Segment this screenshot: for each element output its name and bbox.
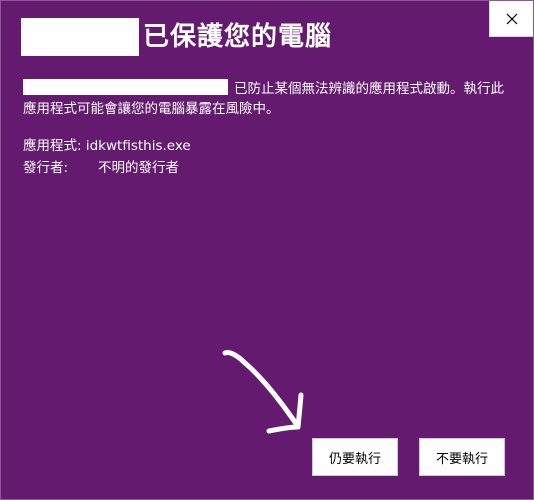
close-button[interactable] [489,1,533,37]
dialog-title: 已保護您的電腦 [143,22,333,52]
redaction-box [23,79,228,95]
app-label: 應用程式: [23,138,82,154]
app-row: 應用程式: idkwtfisthis.exe [23,135,191,157]
dont-run-button[interactable]: 不要執行 [419,438,505,476]
app-value: idkwtfisthis.exe [85,138,191,154]
warning-message-block: 已防止某個無法辨識的應用程式啟動。執行此應用程式可能會讓您的電腦暴露在風險中。 [23,79,513,119]
publisher-label: 發行者: [23,160,69,176]
redaction-box [21,18,139,56]
publisher-row: 發行者: 不明的發行者 [23,157,191,179]
smartscreen-dialog: 已保護您的電腦 已防止某個無法辨識的應用程式啟動。執行此應用程式可能會讓您的電腦… [0,0,534,500]
publisher-value: 不明的發行者 [98,160,179,176]
run-anyway-button[interactable]: 仍要執行 [312,438,398,476]
hand-drawn-arrow-icon [222,350,304,434]
title-row: 已保護您的電腦 [21,18,332,56]
close-icon [506,13,517,24]
app-info: 應用程式: idkwtfisthis.exe 發行者: 不明的發行者 [23,135,191,179]
